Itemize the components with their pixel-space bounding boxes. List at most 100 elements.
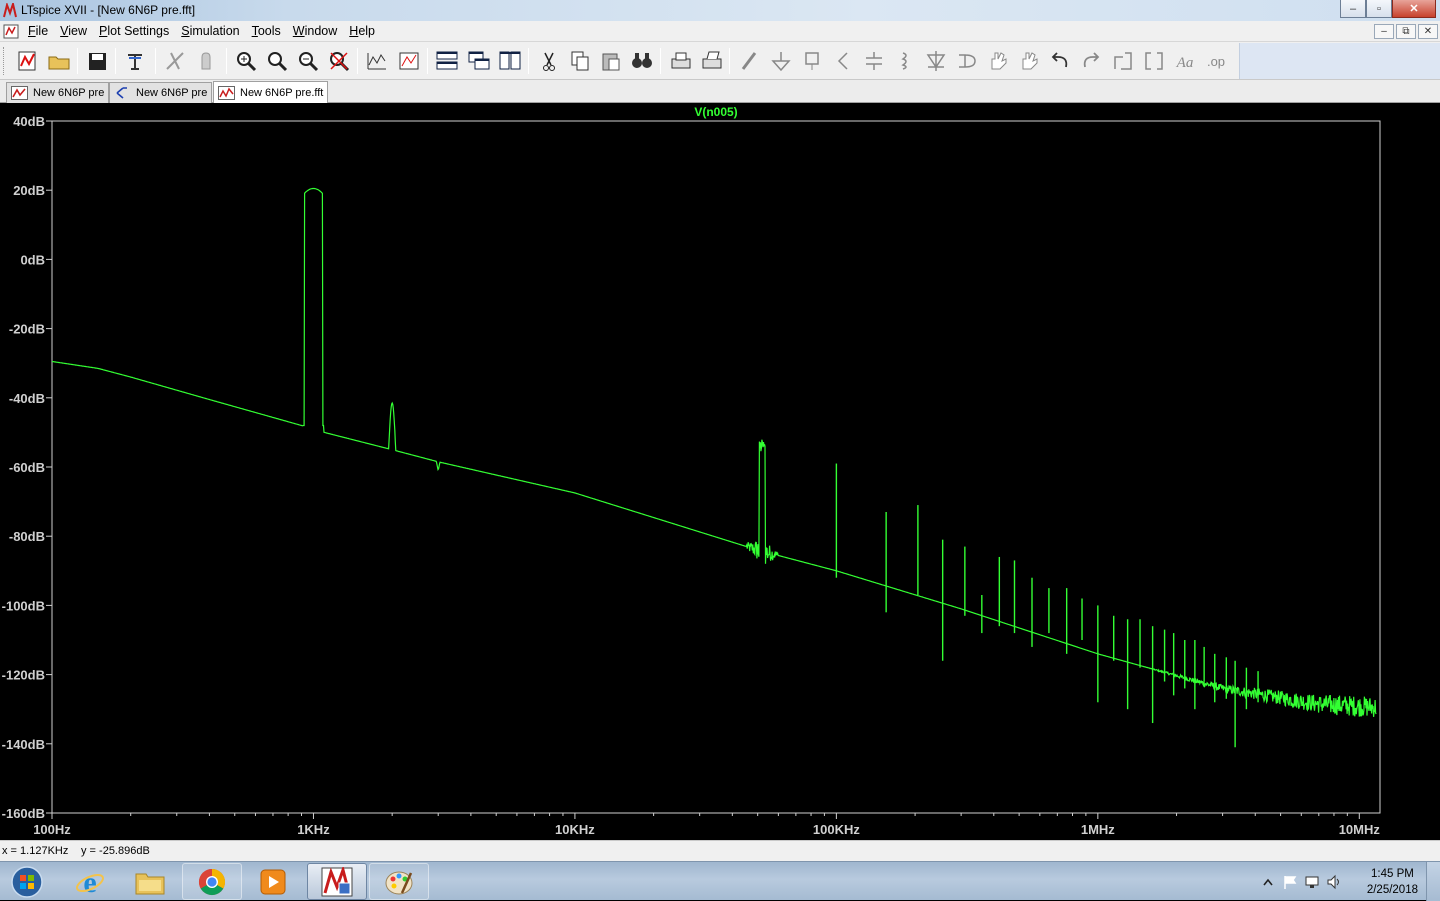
zoom-back-button[interactable] [264,48,290,74]
cut-button[interactable] [536,48,562,74]
copy-icon [571,51,589,71]
zoom-out-button[interactable] [295,48,321,74]
resistor-button[interactable] [830,48,856,74]
zoom-back-icon [268,52,288,72]
cascade-button[interactable] [466,48,492,74]
mirror-button[interactable] [1141,48,1167,74]
draw-wire-button[interactable] [736,48,762,74]
tab-symbol[interactable]: New 6N6P pre [109,82,213,103]
diode-button[interactable] [923,48,949,74]
halt-button[interactable] [193,48,219,74]
toolbar-empty-area [1239,43,1440,79]
taskbar-paint[interactable] [369,863,429,900]
spice-directive-button[interactable]: .op [1203,48,1229,74]
zoom-out-icon [299,52,319,72]
network-icon[interactable] [1304,874,1320,890]
run-icon [166,52,184,70]
tile-vertical-button[interactable] [497,48,523,74]
close-button[interactable]: ✕ [1392,0,1436,18]
show-hidden-icons-icon[interactable] [1260,874,1276,890]
x-tick-label: 10KHz [555,822,595,837]
open-button[interactable] [46,48,72,74]
menu-simulation[interactable]: Simulation [181,24,245,38]
doc-minimize-button[interactable]: – [1374,24,1394,39]
svg-text:e: e [83,867,96,897]
new-schematic-button[interactable] [14,48,40,74]
paste-button[interactable] [598,48,624,74]
taskbar-file-explorer[interactable] [120,863,180,900]
tab-schematic[interactable]: New 6N6P pre [6,82,110,103]
open-icon [48,56,70,70]
taskbar-ltspice[interactable] [307,863,367,900]
redo-button[interactable] [1078,48,1104,74]
menu-window[interactable]: Window [293,24,343,38]
copy-button[interactable] [567,48,593,74]
doc-close-button[interactable]: ✕ [1418,24,1438,39]
taskbar: e 1:45 PM 2/25/2018 [0,861,1440,901]
print-setup-button[interactable] [699,48,725,74]
toolbar-separator [729,48,730,74]
volume-icon[interactable] [1326,874,1342,890]
capacitor-icon [866,52,882,70]
taskbar-chrome[interactable] [182,863,242,900]
tile-horizontal-button[interactable] [434,48,460,74]
ground-button[interactable] [768,48,794,74]
mark-icon [399,52,419,70]
label-net-button[interactable] [799,48,825,74]
capacitor-button[interactable] [861,48,887,74]
y-tick-label: -160dB [2,806,45,821]
drag-button[interactable] [1016,48,1042,74]
x-axis: 100Hz 1KHz 10KHz 100KHz 1MHz 10MHz [33,813,1380,837]
document-icon[interactable] [3,24,19,39]
mark-button[interactable] [396,48,422,74]
cursor-x-readout: x = 1.127KHz [2,845,69,857]
redo-icon [1083,52,1100,68]
action-center-flag-icon[interactable] [1282,874,1298,890]
doc-restore-button[interactable]: ⧉ [1396,24,1416,39]
find-icon [632,53,652,68]
component-button[interactable] [954,48,980,74]
control-panel-button[interactable] [122,48,148,74]
zoom-area-button[interactable] [233,48,259,74]
text-icon: Aa [1176,55,1194,71]
taskbar-internet-explorer[interactable]: e [60,863,120,900]
start-button[interactable] [0,863,54,900]
print-button[interactable] [668,48,694,74]
diode-icon [926,51,946,71]
waveform-plot[interactable]: V(n005) 40dB 20dB 0dB -20dB -40dB -60dB -80dB -… [0,103,1440,840]
ltspice-app-icon[interactable] [3,3,18,18]
save-button[interactable] [84,48,110,74]
undo-button[interactable] [1047,48,1073,74]
control-panel-icon [128,54,142,70]
clock-time: 1:45 PM [1371,868,1414,880]
text-button[interactable]: Aa [1172,48,1198,74]
run-button[interactable] [162,48,188,74]
maximize-button[interactable]: ▫ [1366,0,1392,18]
component-icon [959,54,976,68]
trace-label[interactable]: V(n005) [694,105,737,119]
rotate-button[interactable] [1110,48,1136,74]
inductor-button[interactable] [892,48,918,74]
tab-fft-waveform[interactable]: New 6N6P pre.fft [213,81,329,103]
menu-plot-settings[interactable]: Plot Settings [99,24,175,38]
clock[interactable]: 1:45 PM 2/25/2018 [1367,866,1418,898]
find-button[interactable] [629,48,655,74]
menu-file[interactable]: File [28,24,54,38]
taskbar-media-player[interactable] [243,863,303,900]
tab-label: New 6N6P pre [136,87,208,99]
trace-v-n005[interactable] [52,187,1377,748]
menu-view[interactable]: View [60,24,93,38]
plot-frame [51,120,1381,814]
move-button[interactable] [985,48,1011,74]
trace-line[interactable] [52,187,1377,717]
minimize-button[interactable]: – [1340,0,1366,18]
toolbar-grip[interactable] [3,47,6,75]
zoom-fit-button[interactable] [326,48,352,74]
toolbar-separator [357,48,358,74]
menu-tools[interactable]: Tools [252,24,287,38]
menu-items: File View Plot Settings Simulation Tools Wind… [28,24,387,38]
menu-help[interactable]: Help [349,24,381,38]
show-desktop-button[interactable] [1426,862,1440,901]
autorange-button[interactable] [364,48,390,74]
fft-chart[interactable]: V(n005) 40dB 20dB 0dB -20dB -40dB -60dB -80dB -… [0,103,1440,840]
